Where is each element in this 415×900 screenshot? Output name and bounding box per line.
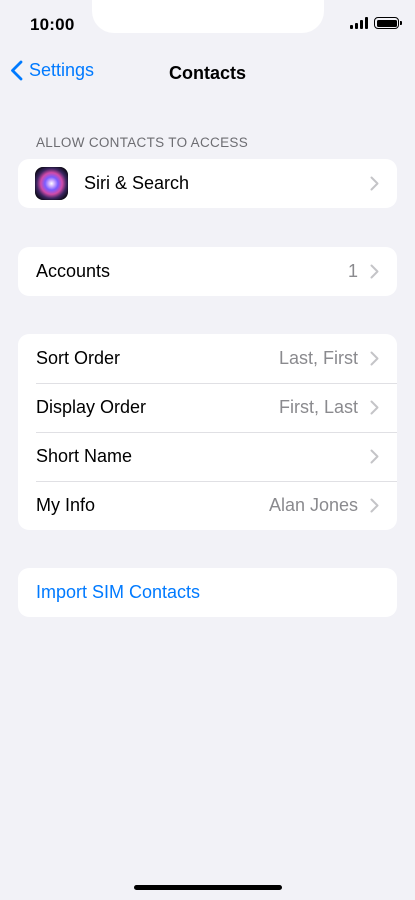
chevron-right-icon <box>370 449 379 464</box>
siri-search-row[interactable]: Siri & Search <box>18 159 397 208</box>
chevron-right-icon <box>370 400 379 415</box>
chevron-right-icon <box>370 264 379 279</box>
accounts-row[interactable]: Accounts 1 <box>18 247 397 296</box>
battery-icon <box>374 17 402 29</box>
siri-icon <box>35 167 68 200</box>
accounts-count: 1 <box>347 261 358 281</box>
display-order-row[interactable]: Display Order First, Last <box>18 383 397 432</box>
navigation-bar: Settings Contacts <box>0 55 415 95</box>
notch <box>92 0 324 33</box>
my-info-value: Alan Jones <box>268 495 358 515</box>
import-sim-contacts-button[interactable]: Import SIM Contacts <box>18 568 397 617</box>
status-bar: 10:00 <box>0 0 415 50</box>
sort-order-value: Last, First <box>278 348 358 368</box>
contact-settings-group: Sort Order Last, First Display Order Fir… <box>18 334 397 530</box>
import-sim-contacts-label: Import SIM Contacts <box>36 582 201 602</box>
signal-icon <box>350 17 368 29</box>
section-header-access: ALLOW CONTACTS TO ACCESS <box>36 135 248 150</box>
page-title: Contacts <box>168 63 246 83</box>
sort-order-label: Sort Order <box>36 348 121 368</box>
phone-screen: 10:00 Settings Contacts ALLOW CONTACTS T… <box>0 0 415 900</box>
chevron-right-icon <box>370 351 379 366</box>
import-group: Import SIM Contacts <box>18 568 397 617</box>
my-info-label: My Info <box>36 495 96 515</box>
accounts-label: Accounts <box>36 261 111 281</box>
sort-order-row[interactable]: Sort Order Last, First <box>18 334 397 383</box>
display-order-value: First, Last <box>278 397 358 417</box>
status-icons <box>350 17 402 29</box>
home-indicator[interactable] <box>134 885 282 890</box>
status-time: 10:00 <box>30 15 75 34</box>
my-info-row[interactable]: My Info Alan Jones <box>18 481 397 530</box>
chevron-right-icon <box>370 498 379 513</box>
display-order-label: Display Order <box>36 397 147 417</box>
short-name-row[interactable]: Short Name <box>18 432 397 481</box>
chevron-right-icon <box>370 176 379 191</box>
access-group: Siri & Search <box>18 159 397 208</box>
siri-search-label: Siri & Search <box>84 173 190 193</box>
accounts-group: Accounts 1 <box>18 247 397 296</box>
short-name-label: Short Name <box>36 446 133 466</box>
